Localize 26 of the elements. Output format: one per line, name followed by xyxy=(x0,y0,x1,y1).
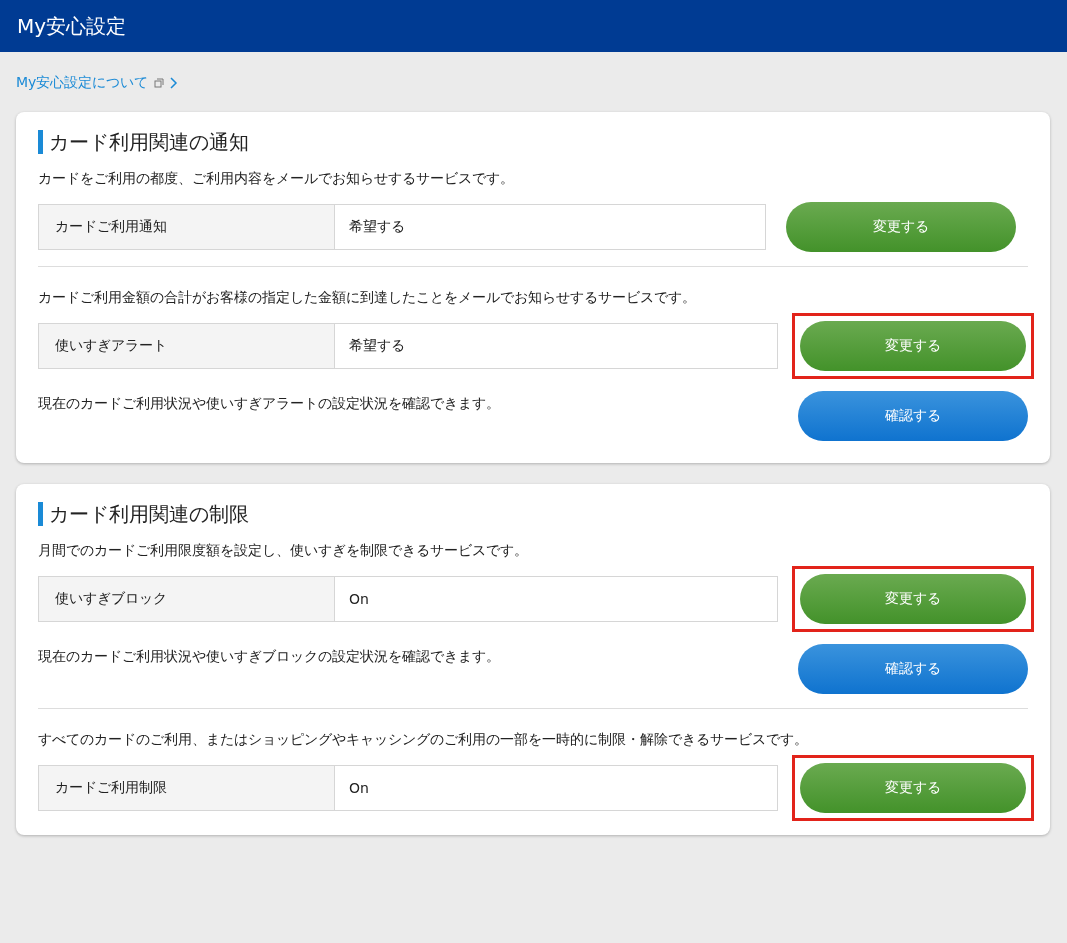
setting-value: On xyxy=(348,590,370,609)
change-button[interactable]: 変更する xyxy=(800,574,1026,624)
setting-value: 希望する xyxy=(348,217,406,236)
service-description: カードご利用金額の合計がお客様の指定した金額に到達したことをメールでお知らせするサービスです。 xyxy=(38,289,697,307)
setting-value: On xyxy=(348,779,370,798)
change-button[interactable]: 変更する xyxy=(800,763,1026,813)
chevron-right-icon xyxy=(170,77,179,89)
service-description: 月間でのカードご利用限度額を設定し、使いすぎを制限できるサービスです。 xyxy=(38,542,529,560)
check-description: 現在のカードご利用状況や使いすぎブロックの設定状況を確認できます。 xyxy=(38,647,500,666)
about-link[interactable]: My安心設定について xyxy=(16,74,179,92)
setting-label: 使いすぎブロック xyxy=(39,577,335,621)
setting-label: 使いすぎアラート xyxy=(39,324,335,368)
page-title: My安心設定 xyxy=(17,12,127,40)
confirm-button[interactable]: 確認する xyxy=(798,391,1028,441)
external-window-icon xyxy=(154,78,165,88)
section-title: カード利用関連の制限 xyxy=(38,502,1028,526)
check-description: 現在のカードご利用状況や使いすぎアラートの設定状況を確認できます。 xyxy=(38,394,500,413)
service-description: カードをご利用の都度、ご利用内容をメールでお知らせするサービスです。 xyxy=(38,170,515,188)
section-title: カード利用関連の通知 xyxy=(38,130,1028,154)
confirm-button[interactable]: 確認する xyxy=(798,644,1028,694)
setting-value: 希望する xyxy=(348,336,406,355)
change-button[interactable]: 変更する xyxy=(786,202,1016,252)
setting-label: カードご利用制限 xyxy=(39,766,335,810)
service-description: すべてのカードのご利用、またはショッピングやキャッシングのご利用の一部を一時的に制限・解除できるサービスです。 xyxy=(38,731,809,749)
change-button[interactable]: 変更する xyxy=(800,321,1026,371)
setting-label: カードご利用通知 xyxy=(39,205,335,249)
